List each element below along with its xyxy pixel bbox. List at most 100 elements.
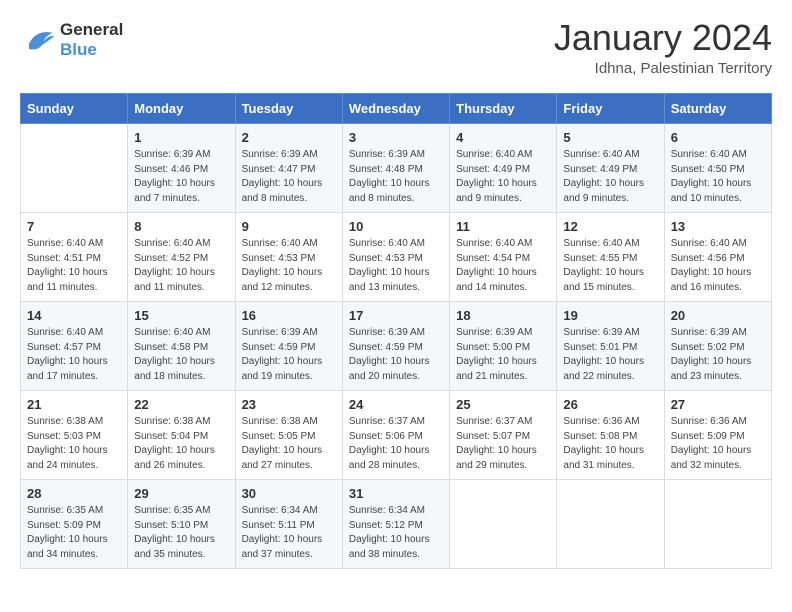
day-info: Sunrise: 6:40 AMSunset: 4:53 PMDaylight:… <box>349 237 443 295</box>
day-number: 3 <box>349 130 443 145</box>
header-tuesday: Tuesday <box>235 94 342 124</box>
header-sunday: Sunday <box>21 94 128 124</box>
day-cell: 19 Sunrise: 6:39 AMSunset: 5:01 PMDayligh… <box>557 302 664 391</box>
day-info: Sunrise: 6:34 AMSunset: 5:12 PMDaylight:… <box>349 504 443 562</box>
day-cell: 3 Sunrise: 6:39 AMSunset: 4:48 PMDaylight… <box>342 124 449 213</box>
logo: General Blue <box>20 20 123 60</box>
week-row-4: 21 Sunrise: 6:38 AMSunset: 5:03 PMDayligh… <box>21 391 772 480</box>
day-number: 30 <box>242 486 336 501</box>
day-info: Sunrise: 6:38 AMSunset: 5:05 PMDaylight:… <box>242 415 336 473</box>
day-cell: 24 Sunrise: 6:37 AMSunset: 5:06 PMDayligh… <box>342 391 449 480</box>
day-info: Sunrise: 6:39 AMSunset: 4:59 PMDaylight:… <box>349 326 443 384</box>
day-number: 15 <box>134 308 228 323</box>
day-info: Sunrise: 6:34 AMSunset: 5:11 PMDaylight:… <box>242 504 336 562</box>
day-info: Sunrise: 6:40 AMSunset: 4:58 PMDaylight:… <box>134 326 228 384</box>
day-cell: 4 Sunrise: 6:40 AMSunset: 4:49 PMDaylight… <box>450 124 557 213</box>
day-info: Sunrise: 6:40 AMSunset: 4:51 PMDaylight:… <box>27 237 121 295</box>
day-number: 8 <box>134 219 228 234</box>
header-row: SundayMondayTuesdayWednesdayThursdayFrid… <box>21 94 772 124</box>
day-number: 21 <box>27 397 121 412</box>
day-cell: 9 Sunrise: 6:40 AMSunset: 4:53 PMDaylight… <box>235 213 342 302</box>
day-cell: 2 Sunrise: 6:39 AMSunset: 4:47 PMDaylight… <box>235 124 342 213</box>
logo-icon <box>20 25 56 55</box>
day-number: 1 <box>134 130 228 145</box>
day-info: Sunrise: 6:39 AMSunset: 4:47 PMDaylight:… <box>242 148 336 206</box>
day-info: Sunrise: 6:39 AMSunset: 4:48 PMDaylight:… <box>349 148 443 206</box>
day-cell: 20 Sunrise: 6:39 AMSunset: 5:02 PMDayligh… <box>664 302 771 391</box>
week-row-1: 1Sunrise: 6:39 AMSunset: 4:46 PMDaylight… <box>21 124 772 213</box>
day-info: Sunrise: 6:37 AMSunset: 5:06 PMDaylight:… <box>349 415 443 473</box>
day-cell: 17 Sunrise: 6:39 AMSunset: 4:59 PMDayligh… <box>342 302 449 391</box>
day-cell <box>557 480 664 569</box>
day-number: 27 <box>671 397 765 412</box>
header-thursday: Thursday <box>450 94 557 124</box>
day-cell <box>664 480 771 569</box>
day-info: Sunrise: 6:40 AMSunset: 4:50 PMDaylight:… <box>671 148 765 206</box>
week-row-3: 14Sunrise: 6:40 AMSunset: 4:57 PMDayligh… <box>21 302 772 391</box>
day-info: Sunrise: 6:39 AMSunset: 5:01 PMDaylight:… <box>563 326 657 384</box>
day-number: 12 <box>563 219 657 234</box>
day-info: Sunrise: 6:40 AMSunset: 4:52 PMDaylight:… <box>134 237 228 295</box>
day-cell: 13 Sunrise: 6:40 AMSunset: 4:56 PMDayligh… <box>664 213 771 302</box>
day-number: 22 <box>134 397 228 412</box>
day-number: 18 <box>456 308 550 323</box>
day-info: Sunrise: 6:39 AMSunset: 4:59 PMDaylight:… <box>242 326 336 384</box>
day-cell: 28 Sunrise: 6:35 AMSunset: 5:09 PMDayligh… <box>21 480 128 569</box>
day-cell: 7 Sunrise: 6:40 AMSunset: 4:51 PMDaylight… <box>21 213 128 302</box>
day-cell: 6 Sunrise: 6:40 AMSunset: 4:50 PMDaylight… <box>664 124 771 213</box>
day-cell: 16 Sunrise: 6:39 AMSunset: 4:59 PMDayligh… <box>235 302 342 391</box>
day-info: Sunrise: 6:37 AMSunset: 5:07 PMDaylight:… <box>456 415 550 473</box>
day-cell: 29Sunrise: 6:35 AMSunset: 5:10 PMDayligh… <box>128 480 235 569</box>
day-info: Sunrise: 6:40 AMSunset: 4:55 PMDaylight:… <box>563 237 657 295</box>
day-number: 4 <box>456 130 550 145</box>
day-cell: 23 Sunrise: 6:38 AMSunset: 5:05 PMDayligh… <box>235 391 342 480</box>
day-number: 20 <box>671 308 765 323</box>
day-number: 29 <box>134 486 228 501</box>
day-info: Sunrise: 6:40 AMSunset: 4:49 PMDaylight:… <box>563 148 657 206</box>
day-cell: 5 Sunrise: 6:40 AMSunset: 4:49 PMDaylight… <box>557 124 664 213</box>
day-number: 16 <box>242 308 336 323</box>
day-number: 17 <box>349 308 443 323</box>
day-cell: 26Sunrise: 6:36 AMSunset: 5:08 PMDayligh… <box>557 391 664 480</box>
day-cell: 18 Sunrise: 6:39 AMSunset: 5:00 PMDayligh… <box>450 302 557 391</box>
day-cell: 25 Sunrise: 6:37 AMSunset: 5:07 PMDayligh… <box>450 391 557 480</box>
day-cell: 27 Sunrise: 6:36 AMSunset: 5:09 PMDayligh… <box>664 391 771 480</box>
header-friday: Friday <box>557 94 664 124</box>
day-cell: 22 Sunrise: 6:38 AMSunset: 5:04 PMDayligh… <box>128 391 235 480</box>
day-cell: 1Sunrise: 6:39 AMSunset: 4:46 PMDaylight… <box>128 124 235 213</box>
day-number: 19 <box>563 308 657 323</box>
day-info: Sunrise: 6:40 AMSunset: 4:53 PMDaylight:… <box>242 237 336 295</box>
day-cell <box>21 124 128 213</box>
location-subtitle: Idhna, Palestinian Territory <box>554 60 772 77</box>
day-info: Sunrise: 6:40 AMSunset: 4:49 PMDaylight:… <box>456 148 550 206</box>
day-info: Sunrise: 6:36 AMSunset: 5:09 PMDaylight:… <box>671 415 765 473</box>
day-number: 5 <box>563 130 657 145</box>
day-info: Sunrise: 6:36 AMSunset: 5:08 PMDaylight:… <box>563 415 657 473</box>
day-number: 13 <box>671 219 765 234</box>
day-number: 31 <box>349 486 443 501</box>
day-info: Sunrise: 6:40 AMSunset: 4:57 PMDaylight:… <box>27 326 121 384</box>
day-cell: 31 Sunrise: 6:34 AMSunset: 5:12 PMDayligh… <box>342 480 449 569</box>
day-info: Sunrise: 6:39 AMSunset: 5:02 PMDaylight:… <box>671 326 765 384</box>
day-cell: 8 Sunrise: 6:40 AMSunset: 4:52 PMDaylight… <box>128 213 235 302</box>
day-number: 24 <box>349 397 443 412</box>
week-row-5: 28 Sunrise: 6:35 AMSunset: 5:09 PMDayligh… <box>21 480 772 569</box>
day-number: 11 <box>456 219 550 234</box>
day-info: Sunrise: 6:35 AMSunset: 5:09 PMDaylight:… <box>27 504 121 562</box>
header-monday: Monday <box>128 94 235 124</box>
day-info: Sunrise: 6:38 AMSunset: 5:03 PMDaylight:… <box>27 415 121 473</box>
day-info: Sunrise: 6:40 AMSunset: 4:54 PMDaylight:… <box>456 237 550 295</box>
day-cell: 11 Sunrise: 6:40 AMSunset: 4:54 PMDayligh… <box>450 213 557 302</box>
day-number: 6 <box>671 130 765 145</box>
day-number: 23 <box>242 397 336 412</box>
day-number: 7 <box>27 219 121 234</box>
day-info: Sunrise: 6:38 AMSunset: 5:04 PMDaylight:… <box>134 415 228 473</box>
day-number: 9 <box>242 219 336 234</box>
logo-text: General Blue <box>60 20 123 60</box>
day-info: Sunrise: 6:40 AMSunset: 4:56 PMDaylight:… <box>671 237 765 295</box>
day-number: 25 <box>456 397 550 412</box>
day-cell: 14Sunrise: 6:40 AMSunset: 4:57 PMDayligh… <box>21 302 128 391</box>
day-number: 28 <box>27 486 121 501</box>
day-info: Sunrise: 6:39 AMSunset: 5:00 PMDaylight:… <box>456 326 550 384</box>
day-number: 2 <box>242 130 336 145</box>
